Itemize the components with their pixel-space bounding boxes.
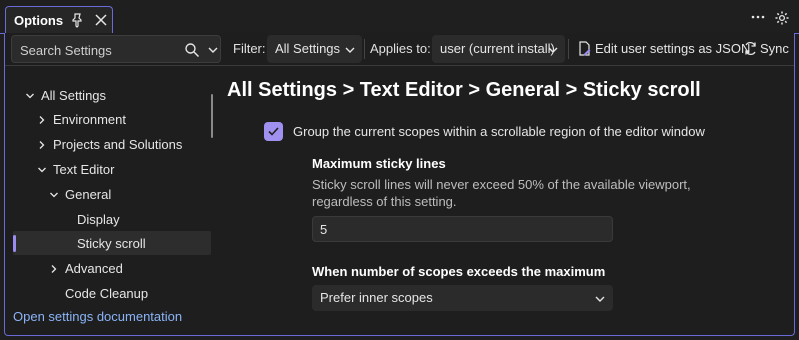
max-sticky-lines-description: Sticky scroll lines will never exceed 50… (312, 177, 691, 192)
tree-item-sticky-scroll[interactable]: Sticky scroll (13, 231, 211, 255)
tree-item-label: Text Editor (53, 162, 115, 177)
tree-item-label: Sticky scroll (77, 236, 146, 251)
tree-item-environment[interactable]: Environment (13, 107, 211, 131)
tree-item-label: All Settings (41, 88, 107, 103)
applies-to-label: Applies to: (370, 41, 431, 56)
toolbar-divider (568, 39, 569, 59)
chevron-down-icon[interactable] (25, 89, 35, 99)
max-sticky-lines-title: Maximum sticky lines (312, 156, 446, 171)
tree-scrollbar[interactable] (211, 94, 213, 138)
checkmark-icon (268, 127, 279, 136)
pin-icon[interactable] (70, 12, 84, 28)
more-icon[interactable] (750, 10, 766, 24)
settings-tree: All Settings Environment Projects and So… (5, 66, 213, 334)
search-icon[interactable] (184, 42, 200, 58)
chevron-down-icon (547, 44, 559, 56)
edit-json-label: Edit user settings as JSON (595, 41, 751, 56)
applies-to-dropdown[interactable]: user (current install) (432, 35, 565, 63)
filter-value: All Settings (275, 41, 341, 56)
tree-item-code-cleanup[interactable]: Code Cleanup (13, 281, 211, 305)
toolbar-divider (364, 39, 365, 59)
filter-label: Filter: (233, 41, 266, 56)
tree-item-advanced[interactable]: Advanced (13, 256, 211, 280)
selection-indicator (13, 235, 16, 252)
sync-icon (743, 41, 758, 56)
tree-item-label: Environment (53, 112, 126, 127)
search-box[interactable] (11, 35, 221, 63)
tab-strip: Options (0, 0, 799, 35)
max-sticky-lines-input[interactable] (312, 216, 613, 242)
tree-item-all-settings[interactable]: All Settings (13, 83, 211, 107)
sticky-scroll-checkbox-label: Group the current scopes within a scroll… (293, 124, 705, 139)
scopes-exceed-title: When number of scopes exceeds the maximu… (312, 264, 606, 279)
filter-dropdown[interactable]: All Settings (267, 35, 362, 63)
tree-item-label: Code Cleanup (65, 286, 149, 301)
settings-toolbar: Filter: All Settings Applies to: user (c… (5, 34, 794, 64)
page-title-breadcrumb: All Settings > Text Editor > General > S… (227, 79, 701, 101)
tab-title: Options (14, 13, 64, 28)
tree-item-label: Projects and Solutions (53, 137, 183, 152)
chevron-right-icon[interactable] (49, 262, 59, 273)
chevron-right-icon[interactable] (37, 138, 47, 149)
chevron-down-icon[interactable] (207, 44, 219, 56)
tree-item-label: General (65, 187, 112, 202)
tree-item-projects-and-solutions[interactable]: Projects and Solutions (13, 132, 211, 156)
scopes-exceed-value: Prefer inner scopes (320, 290, 433, 305)
close-icon[interactable] (94, 12, 108, 28)
tree-item-text-editor[interactable]: Text Editor (13, 157, 211, 181)
scopes-exceed-select[interactable]: Prefer inner scopes (312, 285, 613, 311)
sync-button[interactable]: Sync (743, 35, 793, 63)
sticky-scroll-checkbox[interactable] (264, 122, 283, 141)
chevron-right-icon[interactable] (37, 113, 47, 124)
chevron-down-icon (594, 293, 606, 305)
tree-item-display[interactable]: Display (13, 207, 211, 231)
tree-item-general[interactable]: General (13, 182, 211, 206)
gear-icon[interactable] (774, 10, 790, 26)
tree-item-label: Advanced (65, 261, 123, 276)
open-settings-documentation-link[interactable]: Open settings documentation (13, 309, 182, 324)
search-input[interactable] (20, 42, 170, 58)
json-file-icon (578, 41, 592, 57)
sync-label: Sync (760, 41, 789, 56)
tab-options[interactable]: Options (5, 6, 113, 34)
edit-json-button[interactable]: Edit user settings as JSON (576, 35, 750, 63)
max-sticky-lines-description-2: regardless of this setting. (312, 194, 457, 209)
tree-item-label: Display (77, 212, 120, 227)
chevron-down-icon[interactable] (37, 163, 47, 173)
chevron-down-icon[interactable] (49, 188, 59, 198)
chevron-down-icon (344, 44, 356, 56)
applies-to-value: user (current install) (440, 41, 555, 56)
